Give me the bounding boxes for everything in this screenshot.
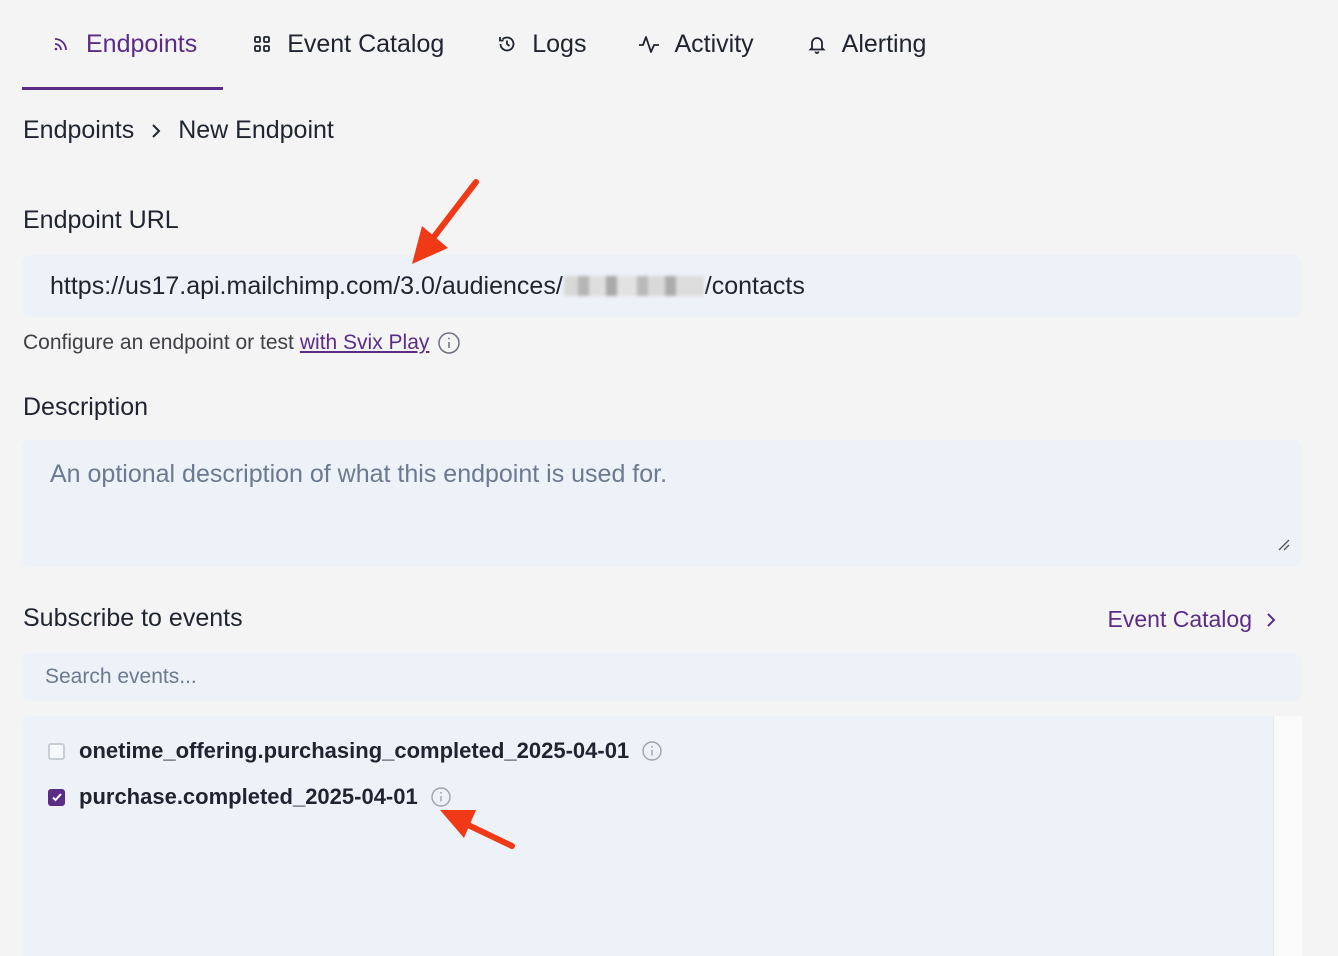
tab-logs-label: Logs: [532, 29, 587, 58]
event-name: onetime_offering.purchasing_completed_20…: [79, 738, 630, 763]
check-icon: [51, 793, 62, 802]
event-name: purchase.completed_2025-04-01: [79, 784, 418, 809]
event-checkbox[interactable]: [48, 788, 65, 806]
tab-alerting-label: Alerting: [841, 29, 927, 58]
breadcrumb-endpoints-link[interactable]: Endpoints: [23, 116, 134, 145]
tab-activity[interactable]: Activity: [636, 0, 754, 88]
tab-alerting[interactable]: Alerting: [804, 0, 927, 88]
svix-play-link[interactable]: with Svix Play: [300, 331, 430, 355]
subscribe-events-label: Subscribe to events: [23, 604, 243, 632]
breadcrumb-current: New Endpoint: [178, 116, 334, 144]
chevron-right-icon: [1266, 612, 1276, 628]
description-label: Description: [23, 393, 149, 421]
tab-event-catalog-label: Event Catalog: [287, 29, 445, 58]
info-icon[interactable]: [437, 331, 461, 355]
bell-icon: [804, 31, 830, 57]
chevron-right-icon: [150, 122, 162, 140]
rss-icon: [48, 31, 74, 57]
endpoint-url-help: Configure an endpoint or test with Svix …: [23, 331, 461, 355]
endpoint-url-input[interactable]: https://us17.api.mailchimp.com/3.0/audie…: [22, 255, 1301, 317]
tab-endpoints-label: Endpoints: [86, 29, 198, 58]
event-catalog-link[interactable]: Event Catalog: [1108, 606, 1276, 633]
event-item: onetime_offering.purchasing_completed_20…: [48, 738, 663, 764]
description-textarea[interactable]: An optional description of what this end…: [22, 440, 1301, 567]
redacted-audience-id: [563, 276, 704, 296]
grid-icon: [249, 31, 275, 57]
tab-activity-label: Activity: [674, 29, 754, 58]
resize-handle-icon[interactable]: [1275, 530, 1291, 559]
endpoint-url-label: Endpoint URL: [23, 206, 179, 234]
info-icon[interactable]: [430, 786, 452, 808]
tab-endpoints[interactable]: Endpoints: [22, 0, 224, 90]
event-catalog-link-label: Event Catalog: [1107, 606, 1252, 632]
search-events-input[interactable]: Search events...: [22, 653, 1301, 701]
tab-logs[interactable]: Logs: [494, 0, 586, 88]
endpoint-url-prefix: https://us17.api.mailchimp.com/3.0/audie…: [50, 271, 563, 300]
description-placeholder: An optional description of what this end…: [50, 460, 668, 488]
info-icon[interactable]: [641, 740, 663, 762]
endpoint-url-help-text: Configure an endpoint or test: [23, 331, 294, 354]
annotation-arrow-icon: [440, 810, 515, 849]
tab-event-catalog[interactable]: Event Catalog: [249, 0, 444, 88]
event-item: purchase.completed_2025-04-01: [48, 784, 452, 810]
breadcrumb: Endpoints New Endpoint: [23, 116, 334, 145]
event-checkbox[interactable]: [48, 742, 65, 760]
activity-icon: [636, 31, 662, 57]
endpoint-url-suffix: /contacts: [704, 271, 805, 300]
search-events-placeholder: Search events...: [45, 665, 197, 688]
nav-tabs: Endpoints Event Catalog Logs Activity Al…: [22, 0, 926, 90]
history-icon: [494, 31, 520, 57]
events-scrollbar[interactable]: [1273, 716, 1302, 956]
annotation-arrow-icon: [412, 179, 479, 264]
